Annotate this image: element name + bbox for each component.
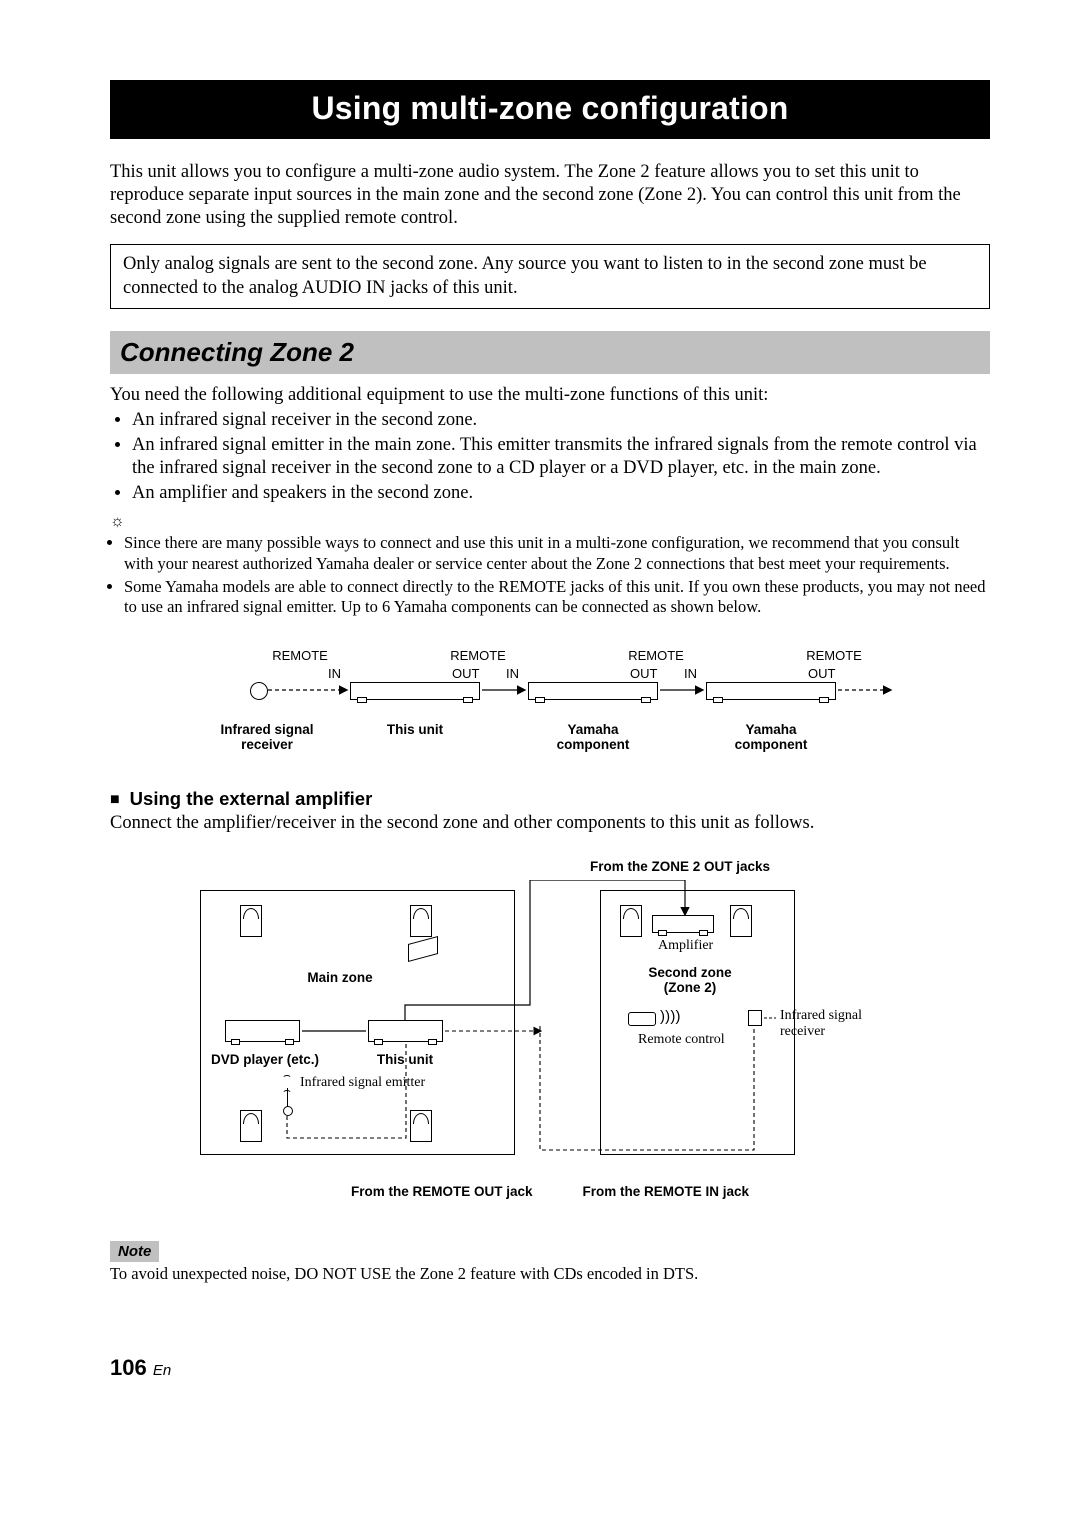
page-number-value: 106 bbox=[110, 1355, 147, 1380]
page-language: En bbox=[153, 1362, 171, 1379]
remote-label: REMOTE bbox=[616, 648, 696, 663]
list-item: An amplifier and speakers in the second … bbox=[132, 482, 990, 505]
zone-connection-diagram: From the ZONE 2 OUT jacks Main zone DVD … bbox=[190, 859, 910, 1199]
sub-heading-text: Using the external amplifier bbox=[130, 788, 373, 809]
yamaha-component-box bbox=[528, 682, 658, 700]
list-item: An infrared signal receiver in the secon… bbox=[132, 409, 990, 432]
speaker-icon bbox=[240, 1110, 262, 1142]
label-main-zone: Main zone bbox=[295, 970, 385, 985]
equipment-intro: You need the following additional equipm… bbox=[110, 384, 990, 407]
speaker-icon bbox=[730, 905, 752, 937]
remote-chain-diagram: REMOTE REMOTE REMOTE REMOTE IN OUT IN OU… bbox=[190, 648, 910, 778]
speaker-icon bbox=[410, 905, 432, 937]
speaker-icon bbox=[410, 1110, 432, 1142]
label-dvd-player: DVD player (etc.) bbox=[205, 1052, 325, 1067]
ir-receiver-icon bbox=[748, 1010, 762, 1026]
label-second-zone: Second zone (Zone 2) bbox=[640, 965, 740, 995]
in-label: IN bbox=[328, 666, 341, 681]
section-heading-connecting-zone-2: Connecting Zone 2 bbox=[110, 331, 990, 374]
label-remote-in-jack: From the REMOTE IN jack bbox=[583, 1184, 750, 1199]
remote-label: REMOTE bbox=[794, 648, 874, 663]
equipment-list: An infrared signal receiver in the secon… bbox=[110, 409, 990, 506]
intro-paragraph: This unit allows you to configure a mult… bbox=[110, 161, 990, 230]
sub-body: Connect the amplifier/receiver in the se… bbox=[110, 812, 990, 835]
label-zone2-out-jacks: From the ZONE 2 OUT jacks bbox=[450, 859, 910, 874]
remote-label: REMOTE bbox=[260, 648, 340, 663]
this-unit-box bbox=[350, 682, 480, 700]
label-remote-control: Remote control bbox=[638, 1032, 725, 1048]
list-item: Some Yamaha models are able to connect d… bbox=[124, 577, 990, 618]
label-this-unit: This unit bbox=[360, 1052, 450, 1067]
out-label: OUT bbox=[630, 666, 657, 681]
label-remote-out-jack: From the REMOTE OUT jack bbox=[351, 1184, 533, 1199]
caption-yamaha-component: Yamaha component bbox=[528, 722, 658, 753]
in-label: IN bbox=[684, 666, 697, 681]
remote-label: REMOTE bbox=[438, 648, 518, 663]
page-title-banner: Using multi-zone configuration bbox=[110, 80, 990, 139]
ir-emitter-base bbox=[283, 1106, 293, 1116]
label-ir-receiver: Infrared signal receiver bbox=[780, 1008, 910, 1040]
out-label: OUT bbox=[452, 666, 479, 681]
ir-emitter-stem bbox=[287, 1088, 288, 1108]
bottom-labels: From the REMOTE OUT jack From the REMOTE… bbox=[190, 1184, 910, 1199]
caption-this-unit: This unit bbox=[350, 722, 480, 738]
tips-list: Since there are many possible ways to co… bbox=[110, 533, 990, 618]
list-item: Since there are many possible ways to co… bbox=[124, 533, 990, 574]
yamaha-component-box bbox=[706, 682, 836, 700]
signal-waves-icon: ) ) ) ) bbox=[660, 1008, 678, 1025]
speaker-icon bbox=[620, 905, 642, 937]
square-bullet-icon: ■ bbox=[110, 791, 120, 808]
page-number: 106 En bbox=[110, 1355, 990, 1381]
amplifier-box bbox=[652, 915, 714, 933]
label-ir-emitter: Infrared signal emitter bbox=[300, 1075, 425, 1091]
speaker-icon bbox=[240, 905, 262, 937]
this-unit-box bbox=[368, 1020, 443, 1042]
dvd-player-box bbox=[225, 1020, 300, 1042]
note-body: To avoid unexpected noise, DO NOT USE th… bbox=[110, 1264, 990, 1285]
analog-signals-callout: Only analog signals are sent to the seco… bbox=[110, 244, 990, 308]
caption-yamaha-component: Yamaha component bbox=[706, 722, 836, 753]
caption-ir-receiver: Infrared signal receiver bbox=[202, 722, 332, 753]
note-badge: Note bbox=[110, 1241, 159, 1262]
out-label: OUT bbox=[808, 666, 835, 681]
in-label: IN bbox=[506, 666, 519, 681]
ir-receiver-icon bbox=[250, 682, 268, 700]
label-amplifier: Amplifier bbox=[658, 938, 713, 954]
remote-control-icon bbox=[628, 1012, 656, 1026]
tip-icon: ☼ bbox=[110, 513, 990, 531]
sub-heading-external-amp: ■ Using the external amplifier bbox=[110, 788, 990, 810]
list-item: An infrared signal emitter in the main z… bbox=[132, 434, 990, 480]
